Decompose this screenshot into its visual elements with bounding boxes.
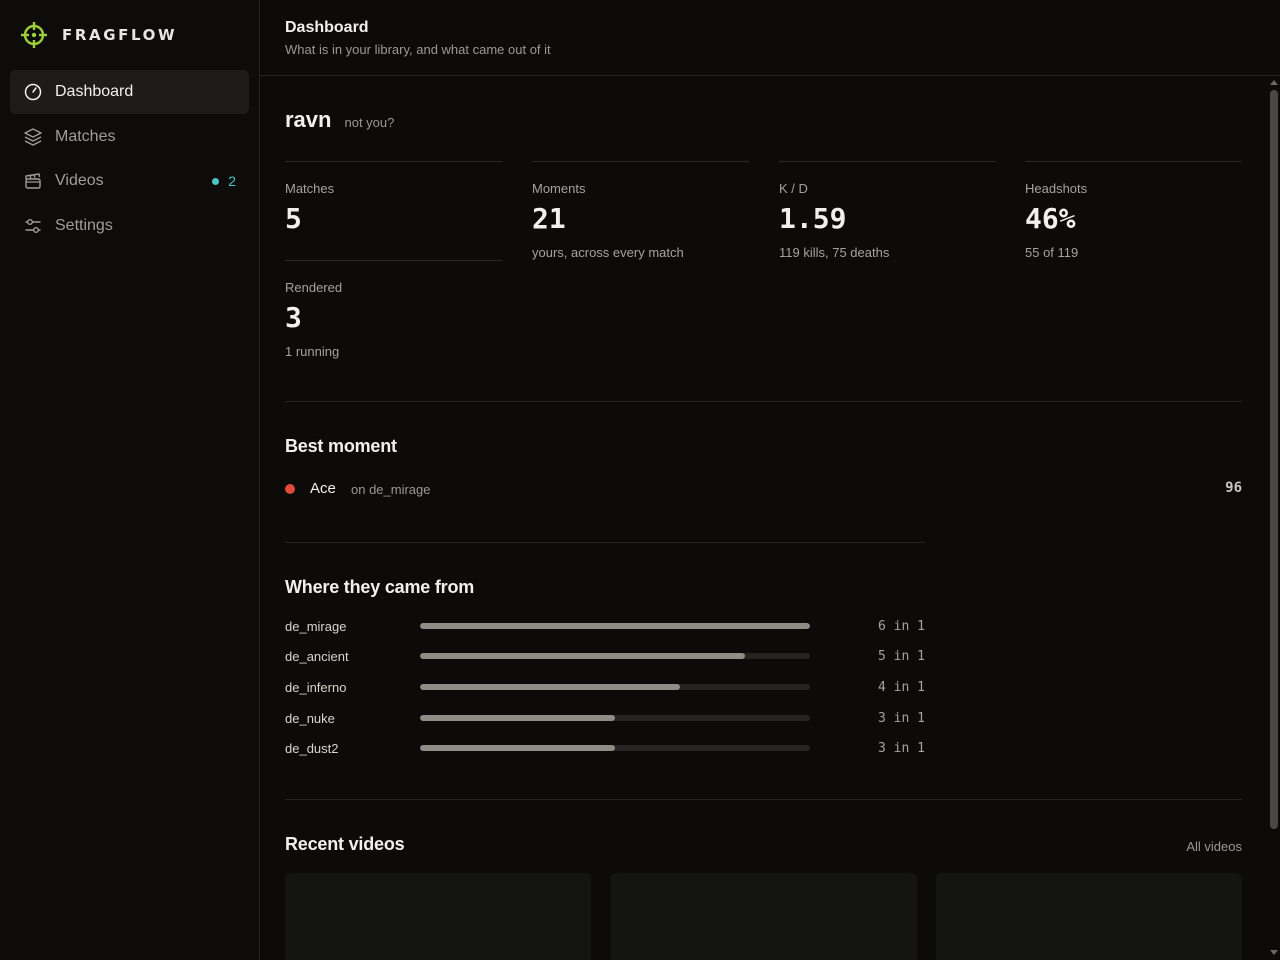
stat-value: 3 <box>285 301 302 334</box>
map-name: de_mirage <box>285 619 347 634</box>
video-card[interactable] <box>936 873 1242 960</box>
recent-videos-title: Recent videos <box>285 834 405 854</box>
sidebar-nav: Dashboard Matches Videos 2 Settings <box>10 70 249 248</box>
map-count: 6 in 1 <box>878 619 925 634</box>
section-divider <box>285 542 925 543</box>
sidebar-item-label: Settings <box>55 216 113 234</box>
stat-rendered: Rendered 3 1 running <box>285 260 502 370</box>
stat-sub: 1 running <box>285 344 340 359</box>
page-title: Dashboard <box>285 19 369 36</box>
best-moment-row[interactable]: Ace on de_mirage 96 <box>285 478 1242 500</box>
map-name: de_dust2 <box>285 741 339 756</box>
sidebar-item-videos[interactable]: Videos 2 <box>10 159 249 203</box>
moment-dot-icon <box>285 484 295 494</box>
map-bar-fill <box>420 623 810 629</box>
map-row: de_dust2 3 in 1 <box>285 739 925 759</box>
stat-label: K / D <box>779 181 808 196</box>
map-count: 3 in 1 <box>878 711 925 726</box>
layers-icon <box>23 127 43 147</box>
map-name: de_inferno <box>285 680 347 695</box>
scroll-down-icon[interactable] <box>1270 950 1278 955</box>
user-block: ravn not you? <box>285 107 394 133</box>
brand[interactable]: FRAGFLOW <box>20 20 177 50</box>
page-subtitle: What is in your library, and what came o… <box>285 42 551 57</box>
map-count: 4 in 1 <box>878 680 925 695</box>
stat-value: 21 <box>532 202 566 235</box>
not-you-link[interactable]: not you? <box>344 115 394 130</box>
sidebar-item-dashboard[interactable]: Dashboard <box>10 70 249 114</box>
map-bar-fill <box>420 745 615 751</box>
stat-value: 1.59 <box>779 202 847 235</box>
map-bar-track <box>420 684 810 690</box>
map-bar-fill <box>420 715 615 721</box>
sidebar-item-matches[interactable]: Matches <box>10 115 249 159</box>
stat-sub: 55 of 119 <box>1025 245 1079 260</box>
scroll-up-icon[interactable] <box>1270 80 1278 85</box>
stat-label: Rendered <box>285 280 343 295</box>
stat-label: Moments <box>532 181 586 196</box>
gauge-icon <box>23 82 43 102</box>
sliders-icon <box>23 216 43 236</box>
stat-moments: Moments 21 yours, across every match <box>532 161 749 260</box>
moment-score: 96 <box>1225 480 1242 496</box>
moment-name: Ace <box>310 480 336 497</box>
map-name: de_nuke <box>285 711 335 726</box>
map-name: de_ancient <box>285 649 349 664</box>
map-count: 5 in 1 <box>878 649 925 664</box>
map-bar-fill <box>420 684 680 690</box>
map-row: de_nuke 3 in 1 <box>285 709 925 729</box>
stat-sub: 119 kills, 75 deaths <box>779 245 890 260</box>
section-divider <box>285 401 1242 402</box>
stat-label: Headshots <box>1025 181 1088 196</box>
sidebar-item-settings[interactable]: Settings <box>10 204 249 248</box>
sidebar-item-label: Videos <box>55 172 104 189</box>
page-header: Dashboard What is in your library, and w… <box>260 0 1280 76</box>
scrollbar-thumb[interactable] <box>1270 90 1278 829</box>
stat-value: 5 <box>285 202 302 235</box>
main-content: ravn not you? Matches 5 Moments 21 yours… <box>260 77 1268 960</box>
badge-dot-icon <box>212 177 220 185</box>
best-moment-title: Best moment <box>285 436 397 456</box>
all-videos-link[interactable]: All videos <box>1186 839 1242 854</box>
videos-badge: 2 <box>212 159 236 203</box>
stat-label: Matches <box>285 181 335 196</box>
user-name: ravn <box>285 107 332 132</box>
map-count: 3 in 1 <box>878 741 925 756</box>
map-row: de_ancient 5 in 1 <box>285 647 925 667</box>
map-bar-track <box>420 715 810 721</box>
map-row: de_inferno 4 in 1 <box>285 678 925 698</box>
sidebar-item-label: Dashboard <box>55 83 134 100</box>
map-row: de_mirage 6 in 1 <box>285 617 925 637</box>
video-card[interactable] <box>285 873 591 960</box>
map-bar-track <box>420 653 810 659</box>
map-bar-track <box>420 745 810 751</box>
stat-headshots: Headshots 46% 55 of 119 <box>1025 161 1242 260</box>
video-card[interactable] <box>611 873 917 960</box>
badge-count: 2 <box>228 173 236 189</box>
where-from-title: Where they came from <box>285 577 475 597</box>
moment-map: on de_mirage <box>351 482 431 497</box>
section-divider <box>285 799 1242 800</box>
main-scrollbar[interactable] <box>1268 77 1280 960</box>
crosshair-logo-icon <box>21 22 47 48</box>
clapperboard-icon <box>23 171 43 191</box>
stat-matches: Matches 5 <box>285 161 502 260</box>
stat-value: 46% <box>1025 202 1076 235</box>
stat-sub: yours, across every match <box>532 245 684 260</box>
stat-kd: K / D 1.59 119 kills, 75 deaths <box>779 161 996 260</box>
sidebar: FRAGFLOW Dashboard Matches Videos 2 Sett… <box>0 0 260 960</box>
sidebar-item-label: Matches <box>55 127 116 145</box>
brand-name: FRAGFLOW <box>62 26 178 44</box>
map-bar-fill <box>420 653 745 659</box>
map-bar-track <box>420 623 810 629</box>
